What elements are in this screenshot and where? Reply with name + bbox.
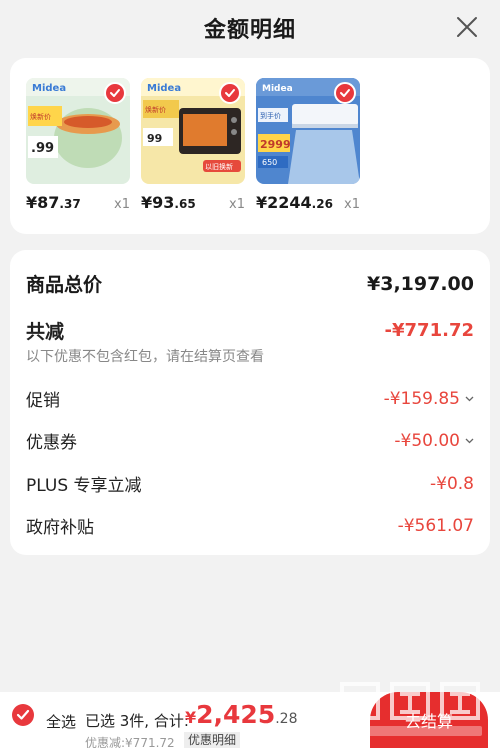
promo-value: -¥159.85 xyxy=(383,388,460,409)
product-check-icon[interactable] xyxy=(334,82,356,104)
header: 金额明细 xyxy=(0,0,500,56)
product-qty: x1 xyxy=(344,197,360,212)
chevron-down-icon[interactable] xyxy=(465,396,474,402)
coupon-row[interactable]: 优惠券 -¥50.00 xyxy=(26,428,474,453)
subsidy-label: 政府补贴 xyxy=(26,518,94,538)
product-item[interactable]: Midea 焕新价 .99 ¥87.37 x1 xyxy=(26,78,141,212)
svg-text:Midea: Midea xyxy=(32,83,66,94)
product-price: ¥2244.26 xyxy=(256,193,333,212)
product-check-icon[interactable] xyxy=(219,82,241,104)
coupon-value: -¥50.00 xyxy=(394,430,460,451)
svg-text:99: 99 xyxy=(147,132,162,145)
svg-text:Midea: Midea xyxy=(147,83,181,94)
product-image[interactable]: Midea 焕新价 .99 xyxy=(26,78,130,184)
svg-text:Midea: Midea xyxy=(262,84,293,94)
discount-amount: 优惠减:¥771.72 xyxy=(85,736,175,748)
product-price: ¥87.37 xyxy=(26,193,81,212)
products-card: Midea 焕新价 .99 ¥87.37 x1 Midea 焕新价 99 以旧换… xyxy=(10,58,490,234)
product-image[interactable]: Midea 到手价 2999 650 xyxy=(256,78,360,184)
product-item[interactable]: Midea 焕新价 99 以旧换新 ¥93.65 x1 xyxy=(141,78,256,212)
reduce-label: 共减 xyxy=(26,321,65,343)
selected-count: 已选 3件, 合计: xyxy=(85,712,189,730)
svg-text:到手价: 到手价 xyxy=(260,111,281,120)
plus-row: PLUS 专享立减 -¥0.8 xyxy=(26,471,474,497)
total-label: 商品总价 xyxy=(26,274,103,296)
svg-text:以旧换新: 以旧换新 xyxy=(205,162,233,171)
total-row: 商品总价 ¥3,197.00 xyxy=(26,270,474,297)
product-check-icon[interactable] xyxy=(104,82,126,104)
svg-text:.99: .99 xyxy=(31,141,54,156)
price-summary-card: 商品总价 ¥3,197.00 共减 -¥771.72 以下优惠不包含红包，请在结… xyxy=(10,250,490,555)
product-image[interactable]: Midea 焕新价 99 以旧换新 xyxy=(141,78,245,184)
subsidy-row: 政府补贴 -¥561.07 xyxy=(26,513,474,539)
chevron-down-icon[interactable] xyxy=(465,438,474,444)
reduce-value: -¥771.72 xyxy=(384,320,474,341)
svg-text:2999: 2999 xyxy=(260,138,291,151)
discount-detail-button[interactable]: 优惠明细 xyxy=(184,732,241,748)
plus-label: PLUS 专享立减 xyxy=(26,476,142,496)
plus-value: -¥0.8 xyxy=(430,473,474,494)
select-all-check-icon[interactable] xyxy=(12,704,34,726)
discount-note: 以下优惠不包含红包，请在结算页查看 xyxy=(26,349,264,365)
reduce-row: 共减 -¥771.72 xyxy=(26,317,474,344)
product-price: ¥93.65 xyxy=(141,193,196,212)
svg-text:焕新价: 焕新价 xyxy=(145,105,166,114)
coupon-label: 优惠券 xyxy=(26,433,77,453)
page-title: 金额明细 xyxy=(203,18,296,43)
promo-label: 促销 xyxy=(26,391,60,411)
total-value: ¥3,197.00 xyxy=(367,272,474,295)
svg-text:焕新价: 焕新价 xyxy=(30,112,51,121)
checkout-button[interactable]: 去结算 xyxy=(370,692,488,748)
subsidy-value: -¥561.07 xyxy=(397,515,474,536)
svg-text:650: 650 xyxy=(262,158,277,167)
close-icon[interactable] xyxy=(454,14,480,40)
promo-row[interactable]: 促销 -¥159.85 xyxy=(26,386,474,411)
product-item[interactable]: Midea 到手价 2999 650 ¥2244.26 x1 xyxy=(256,78,371,212)
select-all-label[interactable]: 全选 xyxy=(46,711,76,732)
product-qty: x1 xyxy=(114,197,130,212)
total-price: ¥2,425.28 xyxy=(185,700,298,729)
product-qty: x1 xyxy=(229,197,245,212)
